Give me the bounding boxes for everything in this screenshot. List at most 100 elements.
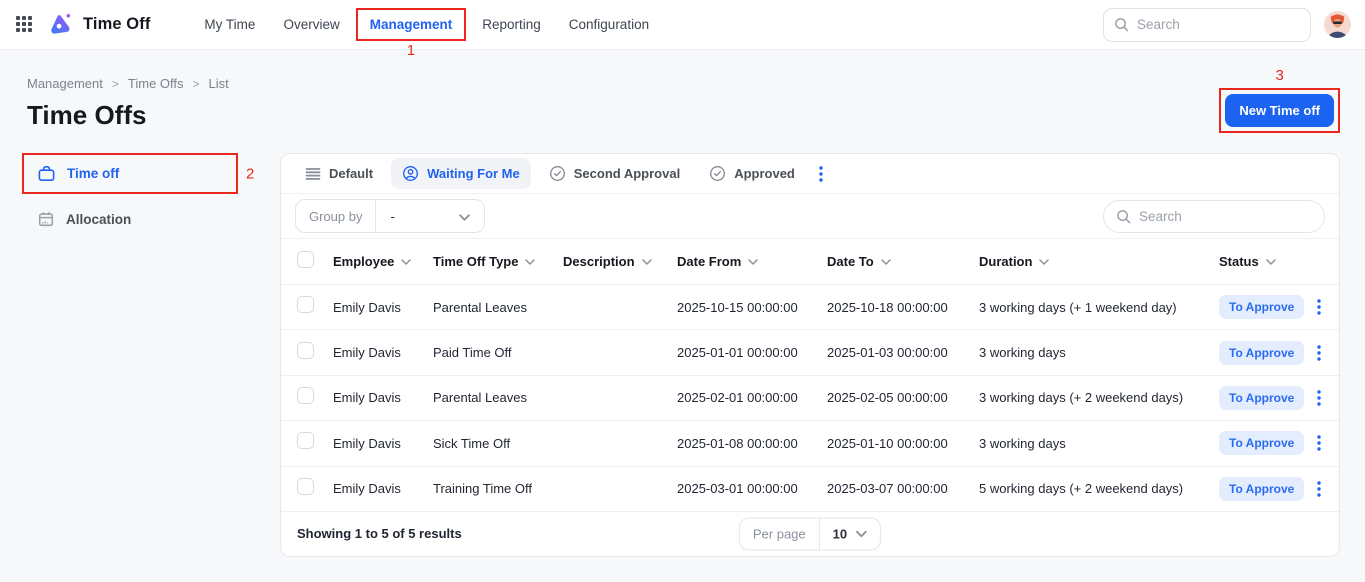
- select-all-checkbox[interactable]: [297, 251, 314, 268]
- chevron-down-icon: [1266, 259, 1276, 265]
- chevron-down-icon: [881, 259, 891, 265]
- breadcrumb-time-offs[interactable]: Time Offs: [128, 76, 184, 91]
- page-header-right: 3 New Time off: [1219, 67, 1340, 133]
- sidebar-item-time-off[interactable]: Time off: [24, 155, 236, 192]
- calendar-icon: [37, 210, 55, 228]
- row-actions-kebab-icon[interactable]: [1304, 341, 1334, 365]
- search-icon: [1116, 209, 1131, 224]
- time-off-list-card: Default Waiting For Me Second Approval: [280, 153, 1340, 557]
- cell-date-from: 2025-01-08 00:00:00: [677, 436, 827, 451]
- group-by-select[interactable]: Group by -: [295, 199, 485, 233]
- tab-default[interactable]: Default: [294, 159, 384, 188]
- cell-duration: 3 working days: [979, 436, 1219, 451]
- breadcrumb-management[interactable]: Management: [27, 76, 103, 91]
- chevron-down-icon: [459, 209, 470, 224]
- row-checkbox[interactable]: [297, 387, 314, 404]
- global-search-input[interactable]: [1137, 17, 1300, 32]
- table-row[interactable]: Emily Davis Paid Time Off 2025-01-01 00:…: [281, 330, 1339, 375]
- cell-duration: 3 working days (+ 1 weekend day): [979, 300, 1219, 315]
- cell-date-to: 2025-02-05 00:00:00: [827, 390, 979, 405]
- nav-item-my-time[interactable]: My Time: [190, 8, 269, 41]
- column-header-date-from[interactable]: Date From: [677, 254, 827, 269]
- user-circle-icon: [402, 165, 419, 182]
- column-header-time-off-type[interactable]: Time Off Type: [433, 254, 563, 269]
- group-by-label: Group by: [296, 200, 375, 232]
- list-search-input[interactable]: [1139, 209, 1312, 224]
- tab-approved[interactable]: Approved: [698, 158, 806, 189]
- nav-item-management[interactable]: Management: [370, 17, 453, 32]
- per-page-select[interactable]: Per page 10: [739, 517, 881, 550]
- table-row[interactable]: Emily Davis Parental Leaves 2025-10-15 0…: [281, 285, 1339, 330]
- chevron-down-icon: [748, 259, 758, 265]
- app-logo-icon: [47, 12, 72, 37]
- new-time-off-button[interactable]: New Time off: [1225, 94, 1334, 127]
- annotation-box-new-time-off: New Time off: [1219, 88, 1340, 133]
- status-badge: To Approve: [1219, 386, 1304, 410]
- row-checkbox[interactable]: [297, 432, 314, 449]
- annotation-number-3: 3: [1275, 67, 1283, 84]
- cell-time-off-type: Parental Leaves: [433, 390, 563, 405]
- table-footer: Showing 1 to 5 of 5 results Per page 10: [281, 512, 1339, 556]
- cell-time-off-type: Sick Time Off: [433, 436, 563, 451]
- briefcase-icon: [37, 164, 56, 183]
- row-actions-kebab-icon[interactable]: [1304, 477, 1334, 501]
- nav-item-reporting[interactable]: Reporting: [468, 8, 555, 41]
- chevron-down-icon: [642, 259, 652, 265]
- list-search-box[interactable]: [1103, 200, 1325, 233]
- tab-label: Second Approval: [574, 166, 680, 181]
- table-row[interactable]: Emily Davis Training Time Off 2025-03-01…: [281, 467, 1339, 512]
- cell-employee: Emily Davis: [333, 481, 433, 496]
- app-title: Time Off: [83, 15, 150, 34]
- group-by-value: -: [390, 209, 394, 224]
- cell-time-off-type: Paid Time Off: [433, 345, 563, 360]
- column-header-date-to[interactable]: Date To: [827, 254, 979, 269]
- results-summary: Showing 1 to 5 of 5 results: [297, 526, 462, 541]
- nav-item-overview[interactable]: Overview: [269, 8, 353, 41]
- tab-second-approval[interactable]: Second Approval: [538, 158, 691, 189]
- annotation-box-management: Management 1: [356, 8, 467, 41]
- row-checkbox[interactable]: [297, 342, 314, 359]
- column-header-duration[interactable]: Duration: [979, 254, 1219, 269]
- tab-label: Waiting For Me: [427, 166, 520, 181]
- breadcrumb-list[interactable]: List: [209, 76, 229, 91]
- cell-date-to: 2025-03-07 00:00:00: [827, 481, 979, 496]
- row-actions-kebab-icon[interactable]: [1304, 431, 1334, 455]
- cell-employee: Emily Davis: [333, 390, 433, 405]
- row-actions-kebab-icon[interactable]: [1304, 295, 1334, 319]
- check-circle-icon: [709, 165, 726, 182]
- status-badge: To Approve: [1219, 431, 1304, 455]
- chevron-down-icon: [856, 530, 867, 537]
- cell-employee: Emily Davis: [333, 345, 433, 360]
- table-row[interactable]: Emily Davis Parental Leaves 2025-02-01 0…: [281, 376, 1339, 421]
- cell-date-from: 2025-03-01 00:00:00: [677, 481, 827, 496]
- column-header-status[interactable]: Status: [1219, 254, 1293, 269]
- row-actions-kebab-icon[interactable]: [1304, 386, 1334, 410]
- column-header-employee[interactable]: Employee: [333, 254, 433, 269]
- row-checkbox[interactable]: [297, 478, 314, 495]
- cell-date-to: 2025-01-03 00:00:00: [827, 345, 979, 360]
- sidebar-item-allocation[interactable]: Allocation: [22, 201, 256, 237]
- nav-item-configuration[interactable]: Configuration: [555, 8, 663, 41]
- annotation-number-2: 2: [246, 165, 254, 182]
- table-row[interactable]: Emily Davis Sick Time Off 2025-01-08 00:…: [281, 421, 1339, 466]
- cell-employee: Emily Davis: [333, 436, 433, 451]
- user-avatar[interactable]: [1324, 11, 1351, 38]
- cell-duration: 5 working days (+ 2 weekend days): [979, 481, 1219, 496]
- cell-duration: 3 working days: [979, 345, 1219, 360]
- more-filters-kebab-icon[interactable]: [813, 162, 829, 186]
- annotation-box-time-off: Time off 2: [22, 153, 238, 194]
- per-page-label: Per page: [740, 518, 819, 549]
- cell-employee: Emily Davis: [333, 300, 433, 315]
- sidebar-item-label: Allocation: [66, 212, 131, 227]
- tab-waiting-for-me[interactable]: Waiting For Me: [391, 158, 531, 189]
- cell-duration: 3 working days (+ 2 weekend days): [979, 390, 1219, 405]
- breadcrumb-separator: >: [193, 77, 200, 91]
- search-icon: [1114, 17, 1129, 32]
- apps-grid-icon[interactable]: [16, 16, 34, 34]
- list-lines-icon: [305, 167, 321, 181]
- breadcrumb: Management > Time Offs > List: [27, 76, 229, 91]
- table-header-row: Employee Time Off Type Description Date …: [281, 239, 1339, 285]
- global-search-box[interactable]: [1103, 8, 1311, 42]
- column-header-description[interactable]: Description: [563, 254, 677, 269]
- row-checkbox[interactable]: [297, 296, 314, 313]
